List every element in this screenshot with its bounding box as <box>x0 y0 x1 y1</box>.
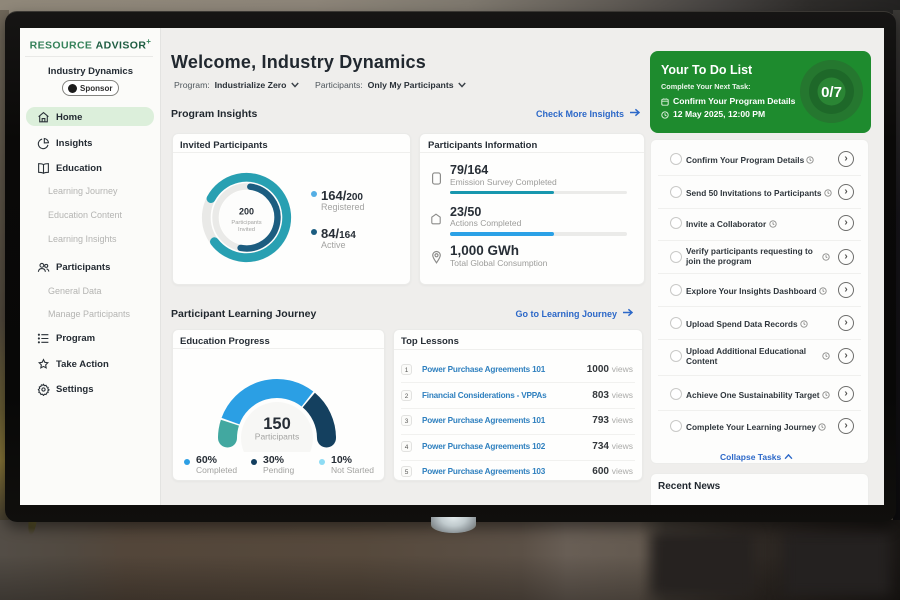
svg-text:Participants: Participants <box>255 432 299 442</box>
svg-text:200: 200 <box>239 207 254 217</box>
svg-text:150: 150 <box>263 415 291 433</box>
svg-text:0/7: 0/7 <box>821 84 842 101</box>
svg-text:Participants: Participants <box>231 220 261 226</box>
svg-text:Invited: Invited <box>238 227 255 233</box>
